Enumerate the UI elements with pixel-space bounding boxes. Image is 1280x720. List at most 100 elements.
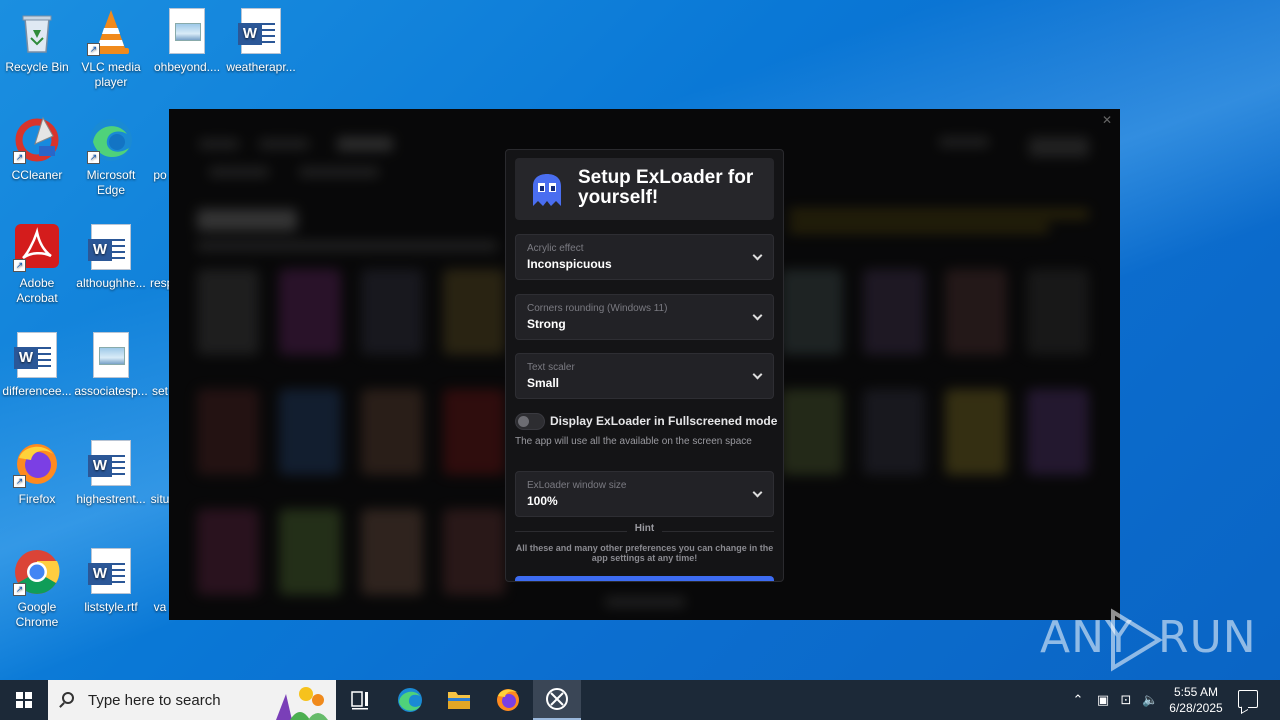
desktop-icon-label: va	[153, 600, 167, 614]
desktop-icon-google-chrome[interactable]: ↗ Google Chrome	[0, 548, 74, 630]
desktop-icon-firefox[interactable]: ↗ Firefox	[0, 440, 74, 507]
start-button[interactable]	[0, 680, 48, 720]
desktop-icon-situ[interactable]: situ	[150, 440, 170, 507]
recycle-bin-icon	[13, 8, 61, 56]
taskbar: Type here to search ⌃ ▣ ⊡ 🔈 5:55 AM 6/28…	[0, 680, 1280, 720]
chevron-down-icon	[752, 369, 763, 380]
desktop-icon-label: highestrent...	[76, 492, 146, 506]
windows-logo-icon	[16, 692, 32, 708]
edge-icon	[398, 688, 422, 712]
desktop-icon-label: ohbeyond....	[153, 60, 221, 74]
desktop-icon-label: differencee...	[2, 384, 72, 398]
desktop-icon-set[interactable]: set	[150, 332, 170, 399]
taskbar-file-explorer[interactable]	[435, 680, 483, 720]
desktop-icon-label: CCleaner	[11, 168, 63, 182]
window-close-icon[interactable]: ✕	[1102, 113, 1112, 127]
taskbar-search-box[interactable]: Type here to search	[48, 680, 336, 720]
desktop-icon-resp[interactable]: resp	[150, 224, 170, 291]
text-scaler-select[interactable]: Text scaler Small	[515, 353, 774, 399]
chevron-up-icon[interactable]: ⌃	[1070, 692, 1086, 708]
desktop-icon-microsoft-edge[interactable]: ↗ Microsoft Edge	[74, 116, 148, 198]
desktop-icon-label: VLC media player	[81, 60, 141, 89]
continue-button[interactable]	[515, 576, 774, 581]
acrobat-icon: ↗	[13, 224, 61, 272]
select-value: Inconspicuous	[527, 257, 612, 271]
desktop-icon-adobe-acrobat[interactable]: ↗ Adobe Acrobat	[0, 224, 74, 306]
taskbar-edge[interactable]	[386, 680, 434, 720]
desktop-icon-label: resp	[150, 276, 170, 290]
setup-dialog: Setup ExLoader for yourself! Acrylic eff…	[505, 149, 784, 582]
desktop-icon-ccleaner[interactable]: ↗ CCleaner	[0, 116, 74, 183]
task-view-icon	[351, 691, 368, 710]
desktop-icon-po[interactable]: po	[150, 116, 170, 183]
image-file-icon	[163, 8, 211, 56]
desktop-icon-vlc[interactable]: ↗ VLC media player	[74, 8, 148, 90]
desktop-icon-differencee[interactable]: W differencee...	[0, 332, 74, 399]
task-view-button[interactable]	[336, 680, 384, 720]
shortcut-arrow-icon: ↗	[87, 151, 100, 164]
desktop-icon-althoughhe[interactable]: W althoughhe...	[74, 224, 148, 291]
desktop-icon-label: Recycle Bin	[5, 60, 69, 74]
firefox-icon	[497, 689, 519, 711]
desktop-icon-label: associatesp...	[74, 384, 148, 398]
play-triangle-icon	[1111, 608, 1163, 672]
desktop-icon-label: po	[153, 168, 167, 182]
desktop-icon-label: weatherapr...	[226, 60, 296, 74]
desktop-icon-label: Google Chrome	[15, 600, 59, 629]
select-label: Text scaler	[527, 362, 575, 373]
desktop-icon-liststyle[interactable]: W liststyle.rtf	[74, 548, 148, 615]
desktop-icon-label: althoughhe...	[76, 276, 146, 290]
corners-rounding-select[interactable]: Corners rounding (Windows 11) Strong	[515, 294, 774, 340]
word-document-icon: W	[87, 440, 135, 488]
meet-now-icon[interactable]: ▣	[1095, 692, 1111, 708]
desktop-icon-ohbeyond[interactable]: ohbeyond....	[150, 8, 224, 75]
fullscreen-toggle[interactable]	[515, 413, 545, 430]
select-label: Corners rounding (Windows 11)	[527, 303, 668, 314]
chrome-icon: ↗	[13, 548, 61, 596]
desktop-icon-associatesp[interactable]: associatesp...	[74, 332, 148, 399]
volume-icon[interactable]: 🔈	[1142, 692, 1158, 708]
desktop-icon-recycle-bin[interactable]: Recycle Bin	[0, 8, 74, 75]
search-icon	[62, 692, 74, 704]
desktop-icon-va[interactable]: va	[150, 548, 170, 615]
watermark-right-text: RUN	[1158, 612, 1257, 663]
clock-time: 5:55 AM	[1173, 685, 1219, 699]
desktop-icon-label: Adobe Acrobat	[16, 276, 58, 305]
acrylic-effect-select[interactable]: Acrylic effect Inconspicuous	[515, 234, 774, 280]
network-icon[interactable]: ⊡	[1118, 692, 1134, 708]
shortcut-arrow-icon: ↗	[13, 583, 26, 596]
hint-title: Hint	[626, 523, 663, 534]
ghost-logo-icon	[533, 174, 561, 206]
shortcut-arrow-icon: ↗	[13, 151, 26, 164]
firefox-icon: ↗	[13, 440, 61, 488]
chevron-down-icon	[752, 487, 763, 498]
image-file-icon	[87, 332, 135, 380]
select-label: Acrylic effect	[527, 243, 584, 254]
chevron-down-icon	[752, 250, 763, 261]
exloader-icon	[546, 688, 568, 710]
notification-icon[interactable]	[1238, 690, 1258, 708]
fullscreen-toggle-description: The app will use all the available on th…	[515, 436, 752, 447]
folder-icon	[448, 692, 470, 709]
taskbar-firefox[interactable]	[484, 680, 532, 720]
desktop-icon-label: liststyle.rtf	[84, 600, 138, 614]
desktop-icon-label: situ	[150, 492, 170, 506]
word-document-icon: W	[237, 8, 285, 56]
search-placeholder: Type here to search	[88, 692, 221, 709]
select-value: Small	[527, 376, 560, 390]
taskbar-clock[interactable]: 5:55 AM 6/28/2025	[1162, 684, 1230, 716]
window-size-select[interactable]: ExLoader window size 100%	[515, 471, 774, 517]
hint-text: All these and many other preferences you…	[515, 543, 774, 563]
chevron-down-icon	[752, 310, 763, 321]
taskbar-exloader[interactable]	[533, 680, 581, 720]
spring-flowers-icon	[276, 687, 328, 720]
dialog-title: Setup ExLoader for yourself!	[578, 167, 754, 208]
edge-icon: ↗	[87, 116, 135, 164]
select-value: Strong	[527, 317, 566, 331]
desktop-icon-label: set	[151, 384, 168, 398]
dialog-header: Setup ExLoader for yourself!	[515, 158, 774, 220]
desktop-icon-highestrent[interactable]: W highestrent...	[74, 440, 148, 507]
anyrun-watermark: ANY RUN	[1040, 608, 1256, 672]
desktop-icon-weatherapr[interactable]: W weatherapr...	[224, 8, 298, 75]
shortcut-arrow-icon: ↗	[13, 259, 26, 272]
